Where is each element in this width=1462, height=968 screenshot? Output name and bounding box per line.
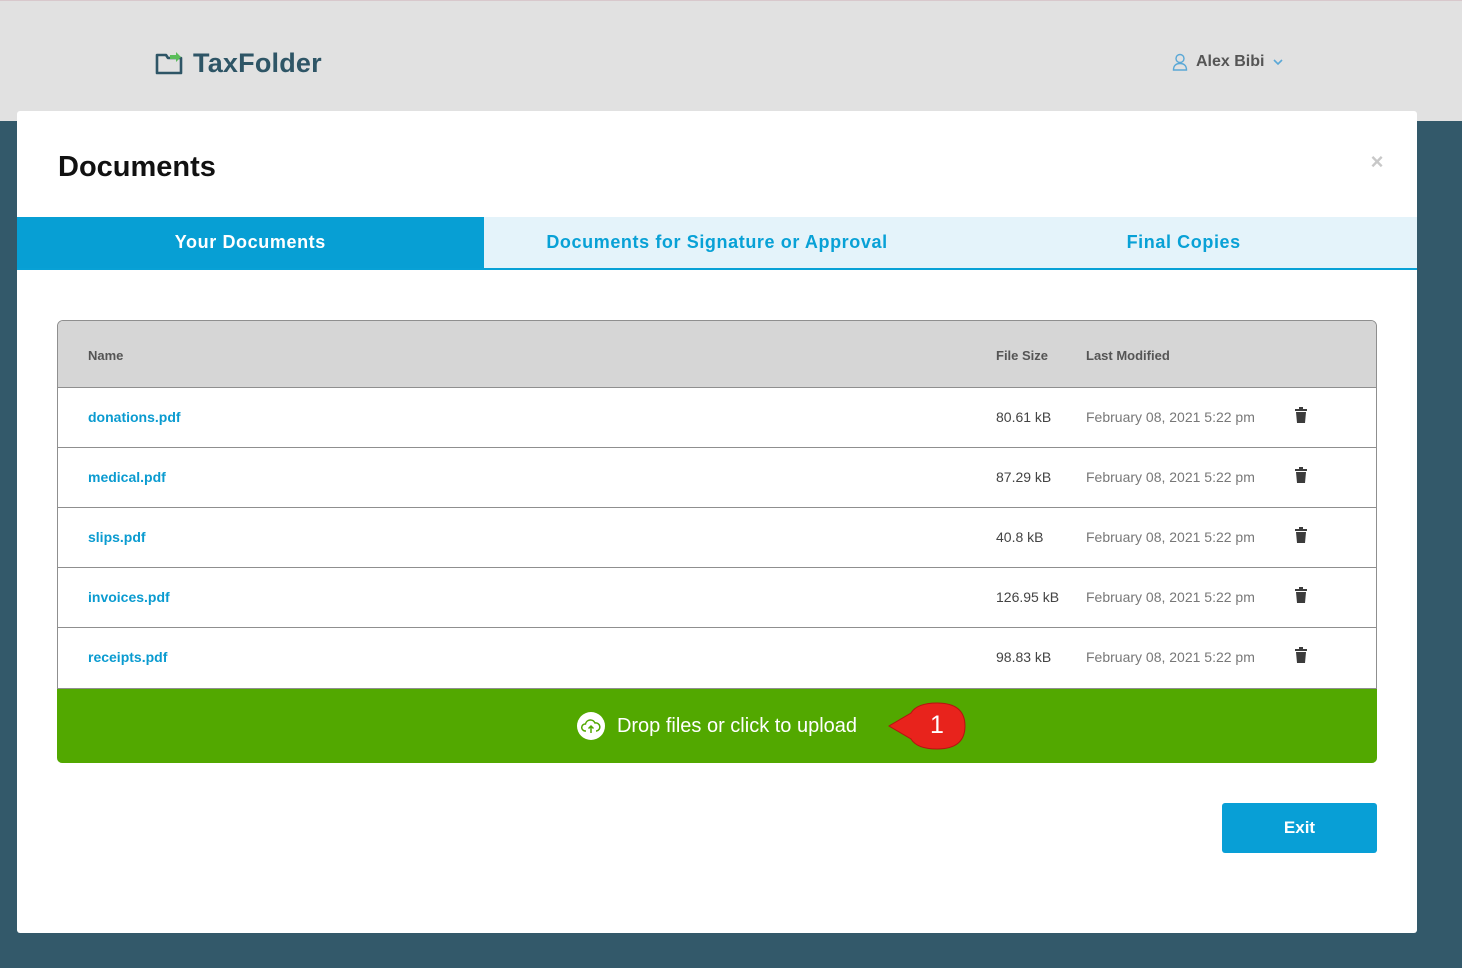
brand-name: TaxFolder <box>193 47 322 78</box>
brand-logo[interactable]: TaxFolder <box>155 47 322 79</box>
folder-logo-icon <box>155 52 183 75</box>
last-modified: February 08, 2021 5:22 pm <box>1086 589 1255 605</box>
table-header: Name File Size Last Modified <box>58 321 1376 388</box>
tab-your-documents[interactable]: Your Documents <box>17 217 484 268</box>
table-row: receipts.pdf 98.83 kB February 08, 2021 … <box>58 628 1376 688</box>
last-modified: February 08, 2021 5:22 pm <box>1086 529 1255 545</box>
top-bar: TaxFolder Alex Bibi <box>0 0 1462 121</box>
file-name-link[interactable]: donations.pdf <box>88 409 181 425</box>
document-tabs: Your Documents Documents for Signature o… <box>17 217 1417 270</box>
table-row: invoices.pdf 126.95 kB February 08, 2021… <box>58 568 1376 628</box>
upload-label: Drop files or click to upload <box>616 714 858 737</box>
trash-icon[interactable] <box>1295 527 1307 543</box>
user-name: Alex Bibi <box>1196 53 1265 70</box>
file-name-link[interactable]: medical.pdf <box>88 469 166 485</box>
exit-button[interactable]: Exit <box>1222 803 1377 853</box>
file-size: 40.8 kB <box>996 529 1044 545</box>
column-header-name[interactable]: Name <box>88 348 123 363</box>
documents-table: Name File Size Last Modified donations.p… <box>57 320 1377 689</box>
table-row: medical.pdf 87.29 kB February 08, 2021 5… <box>58 448 1376 508</box>
column-header-last-modified[interactable]: Last Modified <box>1086 348 1170 363</box>
trash-icon[interactable] <box>1295 407 1307 423</box>
last-modified: February 08, 2021 5:22 pm <box>1086 469 1255 485</box>
file-name-link[interactable]: invoices.pdf <box>88 589 170 605</box>
callout-number: 1 <box>930 711 944 739</box>
modal-title: Documents <box>58 151 216 183</box>
file-size: 98.83 kB <box>996 649 1052 665</box>
documents-modal: Documents × Your Documents Documents for… <box>17 111 1417 933</box>
file-name-link[interactable]: receipts.pdf <box>88 649 167 665</box>
trash-icon[interactable] <box>1295 587 1307 603</box>
column-header-file-size[interactable]: File Size <box>996 348 1048 363</box>
table-row: donations.pdf 80.61 kB February 08, 2021… <box>58 388 1376 448</box>
table-row: slips.pdf 40.8 kB February 08, 2021 5:22… <box>58 508 1376 568</box>
tab-signature-approval[interactable]: Documents for Signature or Approval <box>484 217 951 268</box>
tab-final-copies[interactable]: Final Copies <box>950 217 1417 268</box>
file-name-link[interactable]: slips.pdf <box>88 529 146 545</box>
file-size: 87.29 kB <box>996 469 1052 485</box>
close-icon[interactable]: × <box>1368 151 1386 173</box>
cloud-upload-icon <box>576 712 605 740</box>
trash-icon[interactable] <box>1295 467 1307 483</box>
user-icon <box>1172 53 1188 71</box>
upload-dropzone[interactable]: Drop files or click to upload <box>57 689 1377 763</box>
user-menu[interactable]: Alex Bibi <box>1172 51 1284 73</box>
last-modified: February 08, 2021 5:22 pm <box>1086 409 1255 425</box>
file-size: 80.61 kB <box>996 409 1052 425</box>
file-size: 126.95 kB <box>996 589 1060 605</box>
trash-icon[interactable] <box>1295 647 1307 663</box>
chevron-down-icon <box>1273 59 1284 66</box>
last-modified: February 08, 2021 5:22 pm <box>1086 649 1255 665</box>
